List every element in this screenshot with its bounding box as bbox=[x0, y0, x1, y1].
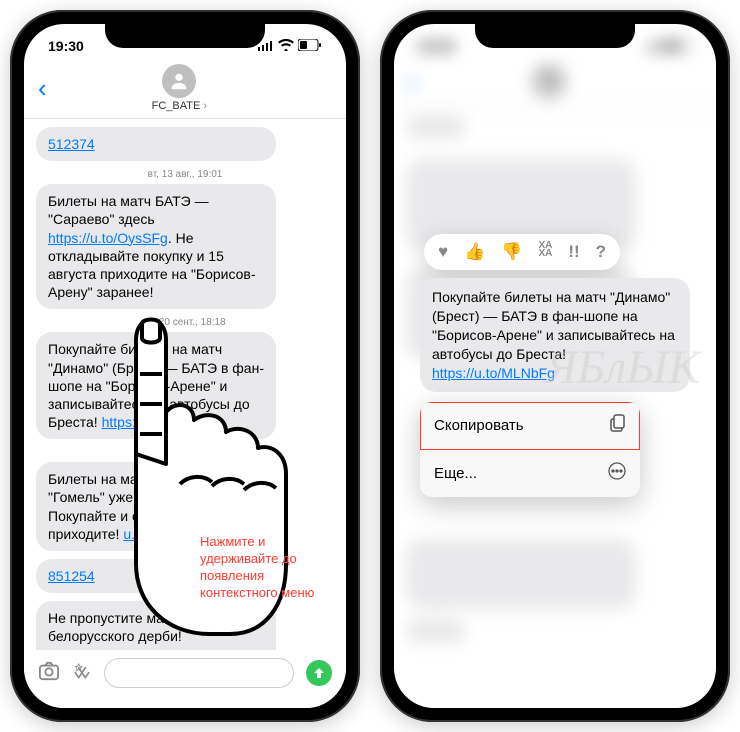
send-button[interactable] bbox=[306, 660, 332, 686]
reaction-exclaim-icon[interactable]: !! bbox=[568, 242, 579, 262]
message-bubble[interactable]: 512374 bbox=[36, 127, 276, 161]
context-menu-overlay: ♥ 👍 👎 XAXA !! ? Покупайте билеты на матч… bbox=[394, 24, 716, 708]
menu-more[interactable]: Еще... bbox=[420, 450, 640, 497]
message-link[interactable]: u.to/r6d9Fg bbox=[123, 526, 195, 542]
message-text-link[interactable]: 512374 bbox=[48, 136, 95, 152]
screen-right: 19:30 ‹ ♥ bbox=[394, 24, 716, 708]
text-input[interactable] bbox=[104, 658, 294, 688]
avatar bbox=[162, 64, 196, 98]
message-link[interactable]: https://u.to/MLNbFg bbox=[102, 414, 225, 430]
status-time: 19:30 bbox=[48, 38, 84, 54]
notch bbox=[105, 22, 265, 48]
message-bubble[interactable]: Покупайте билеты на матч "Динамо" (Брест… bbox=[36, 332, 276, 439]
menu-more-label: Еще... bbox=[434, 465, 477, 482]
reaction-heart-icon[interactable]: ♥ bbox=[438, 242, 448, 262]
message-text: Билеты на матч БАТЭ — "Сараево" здесь bbox=[48, 193, 209, 227]
message-link[interactable]: https://u.to/MLNbFg bbox=[432, 365, 555, 381]
contact-header[interactable]: FC_BATE bbox=[47, 64, 312, 112]
messages-header: ‹ FC_BATE bbox=[24, 60, 346, 119]
back-button[interactable]: ‹ bbox=[38, 73, 47, 104]
timestamp: вт, 13 авг., 19:01 bbox=[36, 169, 334, 180]
input-bar bbox=[24, 650, 346, 708]
message-text: Покупайте билеты на матч "Динамо" (Брест… bbox=[432, 289, 675, 362]
battery-icon bbox=[298, 38, 322, 54]
camera-icon[interactable] bbox=[38, 661, 60, 686]
reaction-haha-icon[interactable]: XAXA bbox=[538, 242, 552, 262]
timestamp: пт, 20 сент., 18:18 bbox=[36, 317, 334, 328]
screen-left: 19:30 ‹ bbox=[24, 24, 346, 708]
wifi-icon bbox=[278, 38, 294, 54]
phone-right: 19:30 ‹ ♥ bbox=[380, 10, 730, 722]
focused-message-bubble[interactable]: Покупайте билеты на матч "Динамо" (Брест… bbox=[420, 278, 690, 392]
context-menu: Скопировать Еще... bbox=[420, 402, 640, 497]
reaction-thumbsup-icon[interactable]: 👍 bbox=[464, 242, 485, 262]
phone-pair: 19:30 ‹ bbox=[0, 0, 740, 732]
timestamp: 10 окт., 18:01 bbox=[36, 447, 334, 458]
more-icon bbox=[608, 462, 626, 485]
appstore-icon[interactable] bbox=[72, 661, 92, 686]
copy-icon bbox=[610, 414, 626, 437]
reaction-thumbsdown-icon[interactable]: 👎 bbox=[501, 242, 522, 262]
menu-copy-label: Скопировать bbox=[434, 417, 524, 434]
message-link[interactable]: https://u.to/OysSFg bbox=[48, 230, 168, 246]
notch bbox=[475, 22, 635, 48]
annotation-text: Нажмите и удерживайте до появления конте… bbox=[200, 534, 340, 602]
phone-left: 19:30 ‹ bbox=[10, 10, 360, 722]
contact-name: FC_BATE bbox=[47, 100, 312, 112]
reaction-question-icon[interactable]: ? bbox=[596, 242, 606, 262]
menu-copy[interactable]: Скопировать bbox=[420, 402, 640, 450]
message-text-link[interactable]: 851254 bbox=[48, 568, 95, 584]
message-bubble[interactable]: Билеты на матч БАТЭ — "Сараево" здесь ht… bbox=[36, 184, 276, 309]
message-text: Не пропустите матч белорусского дерби! bbox=[48, 610, 182, 644]
reactions-bar: ♥ 👍 👎 XAXA !! ? bbox=[424, 234, 620, 270]
status-icons bbox=[258, 38, 322, 54]
